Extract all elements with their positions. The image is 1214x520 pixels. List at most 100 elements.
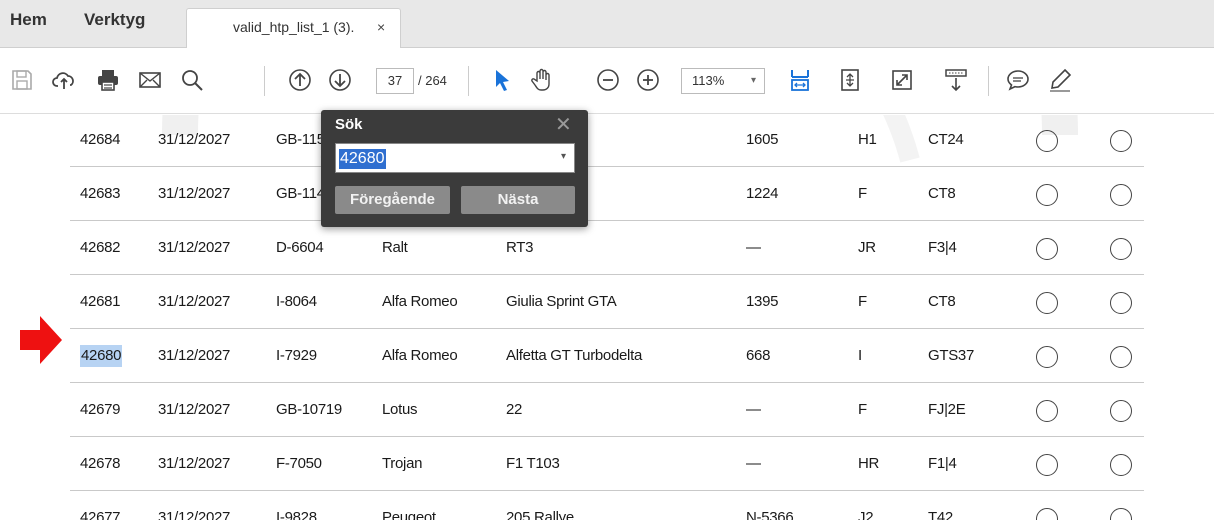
radio-button-a[interactable] bbox=[1036, 454, 1058, 476]
cell-id: 42679 bbox=[80, 401, 121, 418]
page-number-input[interactable]: 37 bbox=[376, 68, 414, 94]
next-page-icon[interactable] bbox=[324, 64, 356, 96]
next-button[interactable]: Nästa bbox=[461, 186, 575, 214]
cell-reg: GB-10719 bbox=[276, 401, 342, 418]
table-row: 42681 31/12/2027 I-8064 Alfa Romeo Giulia Sp… bbox=[70, 275, 1144, 329]
cell-class: I bbox=[858, 347, 862, 364]
zoom-in-icon[interactable] bbox=[632, 64, 664, 96]
table-row: 42680 31/12/2027 I-7929 Alfa Romeo Alfetta G… bbox=[70, 329, 1144, 383]
cell-class: F bbox=[858, 293, 867, 310]
cell-code: F3|4 bbox=[928, 239, 957, 256]
select-cursor-icon[interactable] bbox=[486, 64, 518, 96]
cell-cc: — bbox=[746, 455, 761, 472]
tab-home[interactable]: Hem bbox=[10, 0, 47, 48]
radio-button-a[interactable] bbox=[1036, 130, 1058, 152]
cell-cc: 1605 bbox=[746, 131, 779, 148]
tab-tools[interactable]: Verktyg bbox=[84, 0, 145, 48]
cell-cc: N-5366 bbox=[746, 509, 794, 520]
cell-date: 31/12/2027 bbox=[158, 293, 231, 310]
cell-make: Lotus bbox=[382, 401, 418, 418]
tab-bar: Hem Verktyg valid_htp_list_1 (3). × bbox=[0, 0, 1214, 48]
search-icon[interactable] bbox=[176, 64, 208, 96]
close-tab-icon[interactable]: × bbox=[377, 9, 385, 45]
radio-button-b[interactable] bbox=[1110, 184, 1132, 206]
radio-button-a[interactable] bbox=[1036, 346, 1058, 368]
cell-reg: F-7050 bbox=[276, 455, 322, 472]
radio-button-a[interactable] bbox=[1036, 508, 1058, 520]
cell-code: CT24 bbox=[928, 131, 964, 148]
radio-button-a[interactable] bbox=[1036, 292, 1058, 314]
cell-reg: I-9828 bbox=[276, 509, 317, 520]
cell-reg: GB-115 bbox=[276, 131, 325, 148]
cell-date: 31/12/2027 bbox=[158, 455, 231, 472]
cell-id: 42680 bbox=[80, 345, 123, 367]
cell-model: F1 T103 bbox=[506, 455, 560, 472]
close-icon[interactable]: ✕ bbox=[555, 112, 572, 137]
cell-model: RT3 bbox=[506, 239, 534, 256]
scroll-mode-icon[interactable] bbox=[940, 64, 972, 96]
cell-id: 42681 bbox=[80, 293, 121, 310]
table-row: 42677 31/12/2027 I-9828 Peugeot 205 Rallye N-… bbox=[70, 491, 1144, 520]
previous-button[interactable]: Föregående bbox=[335, 186, 450, 214]
hand-tool-icon[interactable] bbox=[526, 64, 558, 96]
fullscreen-icon[interactable] bbox=[886, 64, 918, 96]
cell-code: GTS37 bbox=[928, 347, 975, 364]
fit-width-icon[interactable] bbox=[784, 64, 816, 96]
cell-cc: — bbox=[746, 239, 761, 256]
cell-cc: 1395 bbox=[746, 293, 779, 310]
cell-date: 31/12/2027 bbox=[158, 401, 231, 418]
radio-button-b[interactable] bbox=[1110, 400, 1132, 422]
cell-id: 42683 bbox=[80, 185, 121, 202]
radio-button-b[interactable] bbox=[1110, 238, 1132, 260]
previous-page-icon[interactable] bbox=[284, 64, 316, 96]
document-tab-title: valid_htp_list_1 (3). bbox=[233, 19, 355, 35]
print-icon[interactable] bbox=[92, 64, 124, 96]
cell-reg: D-6604 bbox=[276, 239, 324, 256]
table-row: 4268331/12/2027GB-114ina Lotus1224FCT8 bbox=[70, 167, 1144, 221]
radio-button-b[interactable] bbox=[1110, 454, 1132, 476]
save-icon[interactable] bbox=[6, 64, 38, 96]
cell-date: 31/12/2027 bbox=[158, 239, 231, 256]
email-icon[interactable] bbox=[134, 64, 166, 96]
cell-code: CT8 bbox=[928, 293, 956, 310]
upload-cloud-icon[interactable] bbox=[48, 64, 80, 96]
cell-date: 31/12/2027 bbox=[158, 347, 231, 364]
radio-button-a[interactable] bbox=[1036, 184, 1058, 206]
radio-button-a[interactable] bbox=[1036, 400, 1058, 422]
radio-button-b[interactable] bbox=[1110, 508, 1132, 520]
cell-reg: I-7929 bbox=[276, 347, 317, 364]
cell-class: HR bbox=[858, 455, 880, 472]
cell-class: J2 bbox=[858, 509, 874, 520]
document-page[interactable]: 4268431/12/2027GB-115001605H1CT244268331… bbox=[0, 115, 1214, 520]
highlight-pen-icon[interactable] bbox=[1044, 64, 1076, 96]
comment-icon[interactable] bbox=[1002, 64, 1034, 96]
zoom-out-icon[interactable] bbox=[592, 64, 624, 96]
zoom-select[interactable]: 113% ▾ bbox=[681, 68, 765, 94]
toolbar-divider bbox=[468, 66, 469, 96]
fit-page-icon[interactable] bbox=[834, 64, 866, 96]
chevron-down-icon[interactable]: ▾ bbox=[561, 151, 566, 162]
cell-make: Alfa Romeo bbox=[382, 293, 458, 310]
cell-make: Trojan bbox=[382, 455, 423, 472]
cell-class: F bbox=[858, 401, 867, 418]
search-popup: Sök ✕ 42680 ▾ Föregående Nästa bbox=[321, 110, 588, 227]
cell-model: Alfetta GT Turbodelta bbox=[506, 347, 643, 364]
cell-make: Alfa Romeo bbox=[382, 347, 458, 364]
cell-model: Giulia Sprint GTA bbox=[506, 293, 617, 310]
search-input[interactable]: 42680 ▾ bbox=[335, 143, 575, 173]
tab-document[interactable]: valid_htp_list_1 (3). × bbox=[186, 8, 401, 48]
cell-class: F bbox=[858, 185, 867, 202]
cell-date: 31/12/2027 bbox=[158, 185, 231, 202]
radio-button-b[interactable] bbox=[1110, 292, 1132, 314]
cell-make: Ralt bbox=[382, 239, 408, 256]
cell-code: FJ|2E bbox=[928, 401, 966, 418]
radio-button-a[interactable] bbox=[1036, 238, 1058, 260]
cell-reg: I-8064 bbox=[276, 293, 317, 310]
radio-button-b[interactable] bbox=[1110, 346, 1132, 368]
radio-button-b[interactable] bbox=[1110, 130, 1132, 152]
cell-date: 31/12/2027 bbox=[158, 131, 231, 148]
toolbar: 37 / 264 113% ▾ bbox=[0, 48, 1214, 114]
cell-id: 42677 bbox=[80, 509, 121, 520]
cell-code: T42 bbox=[928, 509, 953, 520]
table-row: 42682 31/12/2027 D-6604 Ralt RT3 — JR F3|4 bbox=[70, 221, 1144, 275]
